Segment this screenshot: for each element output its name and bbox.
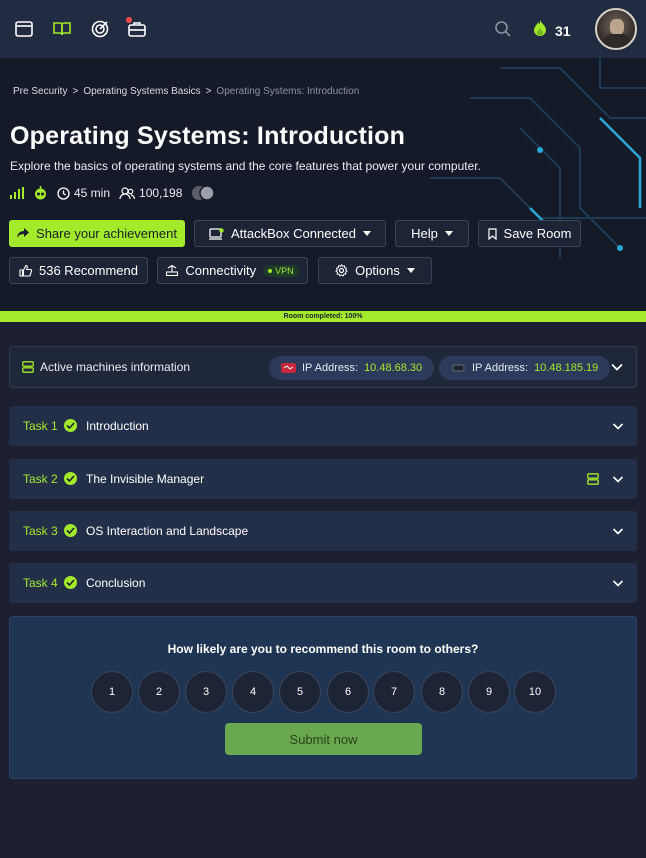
vpn-status-badge: VPN bbox=[263, 264, 299, 277]
check-circle-icon bbox=[64, 576, 77, 589]
attackbox-machine-icon bbox=[452, 364, 465, 372]
share-icon bbox=[17, 228, 30, 238]
thumbs-up-icon bbox=[19, 264, 32, 277]
rating-button-2[interactable]: 2 bbox=[138, 671, 180, 713]
active-machines-panel[interactable]: Active machines information IP Address: … bbox=[9, 346, 637, 388]
progress-label: Room completed: 100% bbox=[283, 313, 363, 320]
chevron-down-icon[interactable] bbox=[611, 361, 623, 373]
room-meta: 45 min 100,198 bbox=[10, 185, 216, 201]
connectivity-button[interactable]: Connectivity VPN bbox=[157, 257, 308, 284]
rating-button-7[interactable]: 7 bbox=[373, 671, 415, 713]
recommend-survey: How likely are you to recommend this roo… bbox=[9, 616, 637, 779]
attackbox-ip-pill[interactable]: IP Address: 10.48.185.19 bbox=[439, 356, 611, 380]
breadcrumb-separator: > bbox=[205, 86, 212, 97]
top-navbar: 31 bbox=[0, 0, 646, 58]
gear-icon bbox=[335, 264, 348, 277]
room-header: Pre Security > Operating Systems Basics … bbox=[0, 58, 646, 311]
check-circle-icon bbox=[64, 472, 77, 485]
room-progress-bar: Room completed: 100% bbox=[0, 311, 646, 322]
bookmark-icon bbox=[487, 227, 497, 240]
avatar[interactable] bbox=[595, 8, 637, 50]
server-icon bbox=[587, 473, 599, 485]
breadcrumb-item-os-basics[interactable]: Operating Systems Basics bbox=[83, 86, 200, 97]
task-row-3[interactable]: Task 3 OS Interaction and Landscape bbox=[9, 511, 637, 551]
check-circle-icon bbox=[64, 524, 77, 537]
task-title: Conclusion bbox=[86, 576, 146, 590]
target-icon[interactable] bbox=[89, 18, 111, 40]
streak-count: 31 bbox=[555, 22, 571, 39]
task-row-4[interactable]: Task 4 Conclusion bbox=[9, 563, 637, 603]
user-count: 100,198 bbox=[119, 186, 182, 200]
attackbox-dropdown[interactable]: AttackBox Connected bbox=[194, 220, 386, 247]
recommend-button[interactable]: 536 Recommend bbox=[9, 257, 148, 284]
search-icon[interactable] bbox=[492, 18, 514, 40]
caret-down-icon bbox=[363, 231, 372, 236]
toolbox-icon[interactable] bbox=[126, 17, 148, 40]
creator-avatars[interactable] bbox=[191, 185, 216, 201]
rating-button-10[interactable]: 10 bbox=[514, 671, 556, 713]
notification-dot bbox=[126, 17, 132, 23]
chevron-down-icon[interactable] bbox=[612, 473, 624, 485]
active-machines-title: Active machines information bbox=[22, 360, 190, 374]
rating-button-4[interactable]: 4 bbox=[232, 671, 274, 713]
task-title: OS Interaction and Landscape bbox=[86, 524, 249, 538]
book-icon[interactable] bbox=[51, 18, 73, 40]
duration: 45 min bbox=[57, 186, 110, 200]
target-machine-icon bbox=[281, 363, 296, 373]
chevron-down-icon[interactable] bbox=[612, 577, 624, 589]
rating-button-9[interactable]: 9 bbox=[468, 671, 510, 713]
rating-button-5[interactable]: 5 bbox=[279, 671, 321, 713]
chevron-down-icon[interactable] bbox=[612, 525, 624, 537]
network-icon bbox=[166, 265, 179, 276]
user-count-value: 100,198 bbox=[139, 186, 183, 200]
attackbox-ip-address: 10.48.185.19 bbox=[534, 362, 599, 374]
streak-counter[interactable]: 31 bbox=[533, 19, 571, 42]
chevron-down-icon[interactable] bbox=[612, 420, 624, 432]
server-icon bbox=[22, 361, 34, 373]
options-dropdown[interactable]: Options bbox=[318, 257, 432, 284]
help-dropdown[interactable]: Help bbox=[395, 220, 469, 247]
save-room-button[interactable]: Save Room bbox=[478, 220, 581, 247]
rating-button-8[interactable]: 8 bbox=[421, 671, 463, 713]
breadcrumb-separator: > bbox=[72, 86, 79, 97]
target-ip-pill[interactable]: IP Address: 10.48.68.30 bbox=[269, 356, 435, 380]
clock-icon bbox=[57, 186, 70, 200]
flame-icon bbox=[533, 19, 547, 42]
users-icon bbox=[119, 186, 136, 199]
rating-button-1[interactable]: 1 bbox=[91, 671, 133, 713]
share-achievement-button[interactable]: Share your achievement bbox=[9, 220, 185, 247]
task-number: Task 3 bbox=[23, 524, 58, 538]
task-title: Introduction bbox=[86, 419, 149, 433]
task-row-1[interactable]: Task 1 Introduction bbox=[9, 406, 637, 446]
task-number: Task 4 bbox=[23, 576, 58, 590]
rating-button-3[interactable]: 3 bbox=[185, 671, 227, 713]
duration-value: 45 min bbox=[74, 186, 111, 200]
difficulty-icon bbox=[10, 187, 24, 199]
check-circle-icon bbox=[64, 419, 77, 432]
robot-icon bbox=[33, 186, 48, 200]
submit-button[interactable]: Submit now bbox=[225, 723, 422, 755]
breadcrumb-item-current: Operating Systems: Introduction bbox=[216, 86, 360, 97]
machine-icon bbox=[208, 227, 224, 240]
breadcrumb-item-pre-security[interactable]: Pre Security bbox=[13, 86, 67, 97]
task-row-2[interactable]: Task 2 The Invisible Manager bbox=[9, 459, 637, 499]
page-title: Operating Systems: Introduction bbox=[10, 122, 406, 150]
caret-down-icon bbox=[406, 268, 415, 273]
window-icon[interactable] bbox=[13, 18, 35, 40]
room-description: Explore the basics of operating systems … bbox=[10, 159, 481, 173]
target-ip-address: 10.48.68.30 bbox=[364, 362, 423, 374]
rating-button-6[interactable]: 6 bbox=[327, 671, 369, 713]
task-number: Task 2 bbox=[23, 472, 58, 486]
task-title: The Invisible Manager bbox=[86, 472, 205, 486]
breadcrumb: Pre Security > Operating Systems Basics … bbox=[13, 86, 359, 97]
task-number: Task 1 bbox=[23, 419, 58, 433]
caret-down-icon bbox=[444, 231, 453, 236]
survey-question: How likely are you to recommend this roo… bbox=[167, 642, 479, 656]
